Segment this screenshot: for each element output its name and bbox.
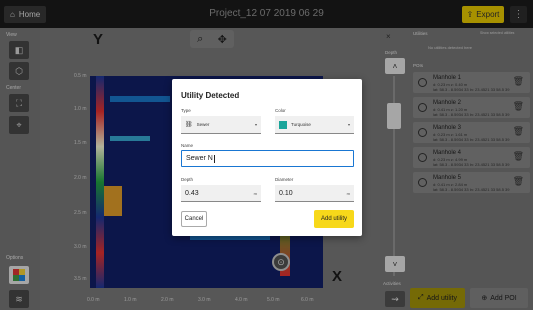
depth-input[interactable]: 0.43 m xyxy=(181,185,261,202)
type-select[interactable]: ⛓ Sewer ▾ xyxy=(181,116,261,134)
color-label: Color xyxy=(275,108,286,113)
cancel-button[interactable]: Cancel xyxy=(181,211,207,227)
color-swatch xyxy=(279,120,287,129)
diameter-value: 0.10 xyxy=(279,189,293,197)
pipe-icon: ⛓ xyxy=(185,122,193,128)
type-value: Sewer xyxy=(196,122,210,127)
color-value: Turquoise xyxy=(291,122,311,127)
diameter-label: Diameter xyxy=(275,177,294,182)
caret-down-icon: ▾ xyxy=(347,122,350,127)
type-label: Type xyxy=(181,108,191,113)
diameter-unit: m xyxy=(346,190,350,196)
depth-field-label: Depth xyxy=(181,177,194,182)
text-cursor xyxy=(213,154,215,163)
dialog-title: Utility Detected xyxy=(181,91,240,100)
depth-value: 0.43 xyxy=(185,189,199,197)
depth-unit: m xyxy=(253,190,257,196)
caret-down-icon: ▾ xyxy=(254,122,257,127)
name-label: Name xyxy=(181,143,194,148)
name-input[interactable]: Sewer N xyxy=(181,150,354,167)
add-utility-button[interactable]: Add utility xyxy=(314,210,354,228)
diameter-input[interactable]: 0.10 m xyxy=(275,185,354,202)
utility-detected-dialog: Utility Detected Type ⛓ Sewer ▾ Color Tu… xyxy=(172,79,362,236)
color-select[interactable]: Turquoise ▾ xyxy=(275,116,354,134)
name-value: Sewer N xyxy=(186,155,213,162)
